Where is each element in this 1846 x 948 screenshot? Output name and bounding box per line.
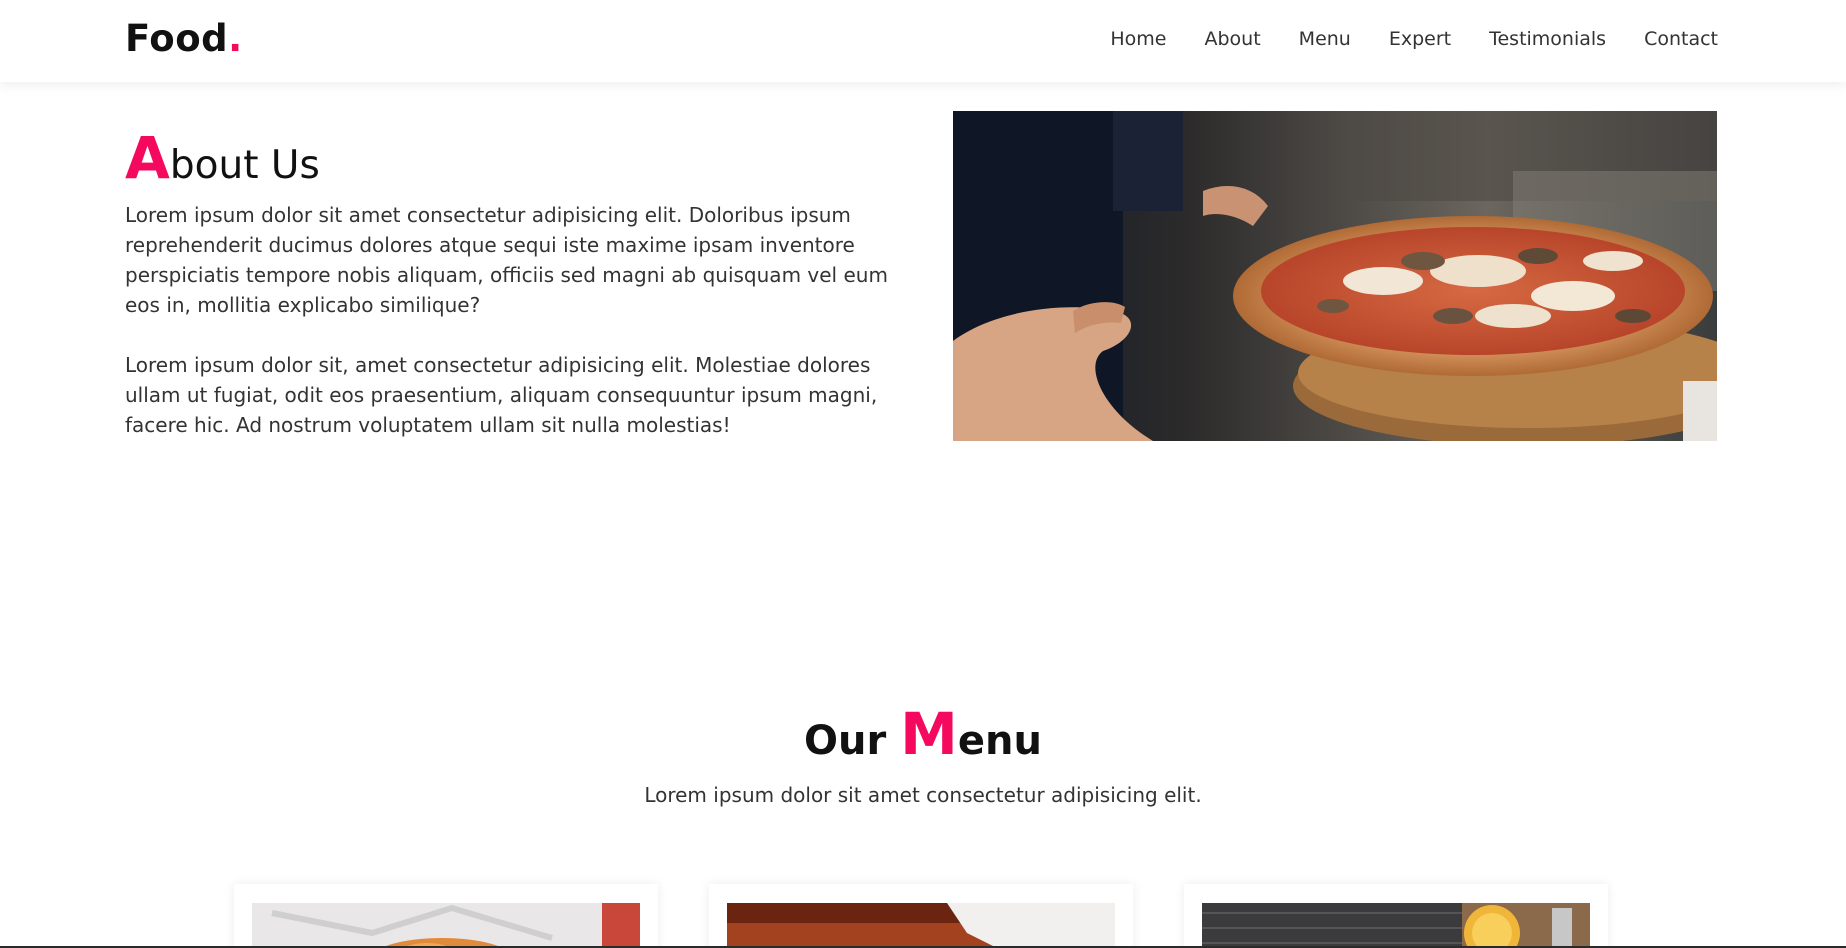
about-paragraph-2: Lorem ipsum dolor sit, amet consectetur … [125, 353, 878, 437]
about-pizza-image [953, 111, 1717, 441]
about-heading-rest: bout Us [169, 143, 320, 188]
nav-link-about[interactable]: About [1204, 28, 1260, 50]
menu-card[interactable] [709, 884, 1133, 946]
menu-heading-initial: M [900, 700, 958, 768]
navbar: Food. Home About Menu Expert Testimonial… [0, 0, 1846, 82]
nav-link-menu[interactable]: Menu [1299, 28, 1351, 50]
brand-dot: . [228, 17, 243, 60]
about-heading-initial: A [125, 124, 170, 192]
nav-link-testimonials[interactable]: Testimonials [1489, 28, 1606, 50]
nav-link-home[interactable]: Home [1110, 28, 1166, 50]
brand-logo[interactable]: Food. [125, 17, 243, 60]
menu-heading-rest: enu [957, 718, 1042, 764]
menu-card-image [727, 903, 1115, 946]
menu-heading-pre: Our [804, 718, 901, 764]
about-heading: About Us [125, 124, 320, 192]
about-paragraph-1: Lorem ipsum dolor sit amet consectetur a… [125, 203, 888, 317]
nav-link-contact[interactable]: Contact [1644, 28, 1718, 50]
page: Food. Home About Menu Expert Testimonial… [0, 0, 1846, 948]
menu-heading: Our Menu [0, 700, 1846, 768]
menu-card[interactable] [234, 884, 658, 946]
menu-card-image [1202, 903, 1590, 946]
nav-links: Home About Menu Expert Testimonials Cont… [1072, 28, 1718, 50]
brand-name: Food [125, 17, 229, 60]
nav-link-expert[interactable]: Expert [1389, 28, 1451, 50]
menu-card-image [252, 903, 640, 946]
menu-card[interactable] [1184, 884, 1608, 946]
menu-subtitle: Lorem ipsum dolor sit amet consectetur a… [644, 783, 1202, 807]
about-text: Lorem ipsum dolor sit amet consectetur a… [125, 200, 895, 470]
